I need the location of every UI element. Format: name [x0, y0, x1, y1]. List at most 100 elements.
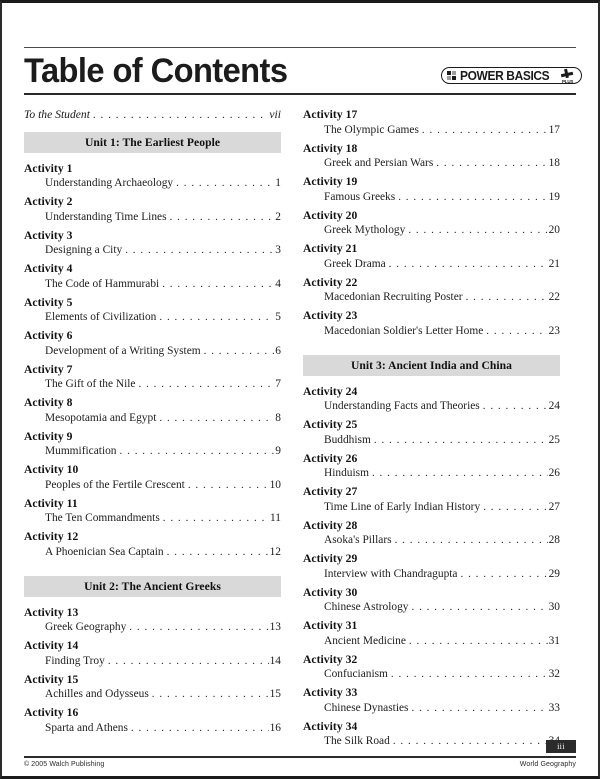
toc-entry[interactable]: Activity 33 Chinese Dynasties. . . . . . … [303, 686, 560, 716]
toc-entry[interactable]: Activity 23 Macedonian Soldier's Letter H… [303, 309, 560, 339]
activity-title-row[interactable]: Understanding Archaeology. . . . . . . .… [24, 176, 281, 192]
leader-dots: . . . . . . . . . . . . . . . . . . . . … [411, 601, 547, 614]
toc-entry[interactable]: Activity 9 Mummification. . . . . . . . .… [24, 430, 281, 460]
activity-title-row[interactable]: The Gift of the Nile. . . . . . . . . . … [24, 377, 281, 393]
activity-title-row[interactable]: Achilles and Odysseus. . . . . . . . . .… [24, 687, 281, 703]
activity-title: Asoka's Pillars [324, 534, 392, 547]
activity-title-row[interactable]: Chinese Dynasties. . . . . . . . . . . .… [303, 701, 560, 717]
activity-title-row[interactable]: The Code of Hammurabi. . . . . . . . . .… [24, 277, 281, 293]
activity-label: Activity 2 [24, 195, 73, 209]
toc-entry[interactable]: Activity 5 Elements of Civilization. . . … [24, 296, 281, 326]
activity-title-row[interactable]: Elements of Civilization. . . . . . . . … [24, 310, 281, 326]
activity-title-row[interactable]: Interview with Chandragupta. . . . . . .… [303, 567, 560, 583]
toc-entry-front-matter[interactable]: To the Student. . . . . . . . . . . . . … [24, 108, 281, 121]
activity-title-row[interactable]: Greek Geography. . . . . . . . . . . . .… [24, 620, 281, 636]
unit-header-band: Unit 3: Ancient India and China [303, 355, 560, 376]
activity-label: Activity 25 [303, 418, 358, 432]
toc-entry[interactable]: Activity 25 Buddhism. . . . . . . . . . .… [303, 418, 560, 448]
toc-entry[interactable]: Activity 30 Chinese Astrology. . . . . . … [303, 586, 560, 616]
toc-entry[interactable]: Activity 22 Macedonian Recruiting Poster.… [303, 276, 560, 306]
activity-title-row[interactable]: Mesopotamia and Egypt. . . . . . . . . .… [24, 411, 281, 427]
leader-dots: . . . . . . . . . . . . . . . . . . . . … [187, 478, 269, 491]
toc-entry[interactable]: Activity 12 A Phoenician Sea Captain. . .… [24, 530, 281, 560]
activity-title-row[interactable]: Famous Greeks. . . . . . . . . . . . . .… [303, 190, 560, 206]
activity-label: Activity 17 [303, 108, 358, 122]
activity-title-row[interactable]: Asoka's Pillars. . . . . . . . . . . . .… [303, 533, 560, 549]
toc-entry[interactable]: Activity 6 Development of a Writing Syste… [24, 329, 281, 359]
leader-dots: . . . . . . . . . . . . . . . . . . . . … [203, 344, 275, 357]
toc-entry[interactable]: Activity 14 Finding Troy. . . . . . . . .… [24, 639, 281, 669]
activity-label: Activity 29 [303, 552, 358, 566]
activity-title-row[interactable]: Understanding Time Lines. . . . . . . . … [24, 210, 281, 226]
leader-dots: . . . . . . . . . . . . . . . . . . . . … [486, 324, 547, 337]
activity-title-row[interactable]: Chinese Astrology. . . . . . . . . . . .… [303, 600, 560, 616]
toc-entry[interactable]: Activity 28 Asoka's Pillars. . . . . . . … [303, 519, 560, 549]
toc-entry[interactable]: Activity 31 Ancient Medicine. . . . . . .… [303, 619, 560, 649]
toc-entry[interactable]: Activity 27 Time Line of Early Indian His… [303, 485, 560, 515]
leader-dots: . . . . . . . . . . . . . . . . . . . . … [482, 400, 548, 413]
activity-title-row[interactable]: Time Line of Early Indian History. . . .… [303, 500, 560, 516]
activity-title: Macedonian Recruiting Poster [324, 291, 463, 304]
activity-page-number: 3 [275, 244, 281, 257]
activity-title: Sparta and Athens [45, 721, 128, 734]
activity-title-row[interactable]: Buddhism. . . . . . . . . . . . . . . . … [303, 433, 560, 449]
leader-dots: . . . . . . . . . . . . . . . . . . . . … [107, 654, 269, 667]
toc-entry[interactable]: Activity 2 Understanding Time Lines. . . … [24, 195, 281, 225]
activity-title-row[interactable]: Sparta and Athens. . . . . . . . . . . .… [24, 721, 281, 737]
activity-title-row[interactable]: The Silk Road. . . . . . . . . . . . . .… [303, 734, 560, 750]
activity-title-row[interactable]: Greek and Persian Wars. . . . . . . . . … [303, 156, 560, 172]
activity-label: Activity 31 [303, 619, 358, 633]
leader-dots: . . . . . . . . . . . . . . . . . . . . … [398, 190, 547, 203]
activity-title-row[interactable]: Peoples of the Fertile Crescent. . . . .… [24, 478, 281, 494]
toc-entry[interactable]: Activity 34 The Silk Road. . . . . . . . … [303, 720, 560, 750]
activity-title-row[interactable]: Mummification. . . . . . . . . . . . . .… [24, 444, 281, 460]
toc-entry[interactable]: Activity 32 Confucianism. . . . . . . . .… [303, 653, 560, 683]
activity-title-row[interactable]: The Olympic Games. . . . . . . . . . . .… [303, 123, 560, 139]
toc-entry[interactable]: Activity 3 Designing a City. . . . . . . … [24, 229, 281, 259]
activity-title-row[interactable]: Development of a Writing System. . . . .… [24, 344, 281, 360]
toc-entry[interactable]: Activity 29 Interview with Chandragupta. … [303, 552, 560, 582]
activity-title-row[interactable]: Greek Mythology. . . . . . . . . . . . .… [303, 223, 560, 239]
toc-entry[interactable]: Activity 11 The Ten Commandments. . . . .… [24, 497, 281, 527]
activity-title-row[interactable]: Macedonian Recruiting Poster. . . . . . … [303, 290, 560, 306]
activity-title-row[interactable]: Finding Troy. . . . . . . . . . . . . . … [24, 654, 281, 670]
toc-entry[interactable]: Activity 24 Understanding Facts and Theor… [303, 385, 560, 415]
toc-entry[interactable]: Activity 15 Achilles and Odysseus. . . . … [24, 673, 281, 703]
activity-title-row[interactable]: Greek Drama. . . . . . . . . . . . . . .… [303, 257, 560, 273]
activity-page-number: 30 [548, 601, 560, 614]
toc-entry[interactable]: Activity 16 Sparta and Athens. . . . . . … [24, 706, 281, 736]
activity-title-row[interactable]: Macedonian Soldier's Letter Home. . . . … [303, 324, 560, 340]
activity-page-number: 5 [275, 311, 281, 324]
activity-title-row[interactable]: Designing a City. . . . . . . . . . . . … [24, 243, 281, 259]
page-header: POWER BASICS PLUS Table of Contents [2, 47, 598, 96]
toc-entry[interactable]: Activity 21 Greek Drama. . . . . . . . . … [303, 242, 560, 272]
unit-header-band: Unit 1: The Earliest People [24, 132, 281, 153]
toc-entry[interactable]: Activity 26 Hinduism. . . . . . . . . . .… [303, 452, 560, 482]
toc-entry[interactable]: Activity 20 Greek Mythology. . . . . . . … [303, 209, 560, 239]
toc-entry[interactable]: Activity 1 Understanding Archaeology. . .… [24, 162, 281, 192]
toc-entry[interactable]: Activity 18 Greek and Persian Wars. . . .… [303, 142, 560, 172]
activity-title-row[interactable]: The Ten Commandments. . . . . . . . . . … [24, 511, 281, 527]
activity-title: Finding Troy [45, 654, 105, 667]
page-number-badge: iii [546, 740, 576, 753]
toc-entry[interactable]: Activity 7 The Gift of the Nile. . . . . … [24, 363, 281, 393]
toc-columns: To the Student. . . . . . . . . . . . . … [2, 108, 598, 753]
leader-dots: . . . . . . . . . . . . . . . . . . . . … [483, 500, 548, 513]
activity-title: Peoples of the Fertile Crescent [45, 478, 185, 491]
toc-entry[interactable]: Activity 4 The Code of Hammurabi. . . . .… [24, 262, 281, 292]
toc-entry[interactable]: Activity 8 Mesopotamia and Egypt. . . . .… [24, 396, 281, 426]
activity-title-row[interactable]: Ancient Medicine. . . . . . . . . . . . … [303, 634, 560, 650]
activity-title-row[interactable]: Understanding Facts and Theories. . . . … [303, 399, 560, 415]
toc-entry[interactable]: Activity 17 The Olympic Games. . . . . . … [303, 108, 560, 138]
toc-entry[interactable]: Activity 10 Peoples of the Fertile Cresce… [24, 463, 281, 493]
toc-entry[interactable]: Activity 19 Famous Greeks. . . . . . . . … [303, 175, 560, 205]
activity-title-row[interactable]: Hinduism. . . . . . . . . . . . . . . . … [303, 466, 560, 482]
activity-title-row[interactable]: Confucianism. . . . . . . . . . . . . . … [303, 667, 560, 683]
leader-dots: . . . . . . . . . . . . . . . . . . . . … [162, 512, 269, 525]
leader-dots: . . . . . . . . . . . . . . . . . . . . … [465, 291, 548, 304]
activity-page-number: 32 [548, 668, 560, 681]
activity-title-row[interactable]: A Phoenician Sea Captain. . . . . . . . … [24, 545, 281, 561]
activity-label: Activity 34 [303, 719, 358, 733]
activity-page-number: 29 [548, 567, 560, 580]
toc-entry[interactable]: Activity 13 Greek Geography. . . . . . . … [24, 606, 281, 636]
